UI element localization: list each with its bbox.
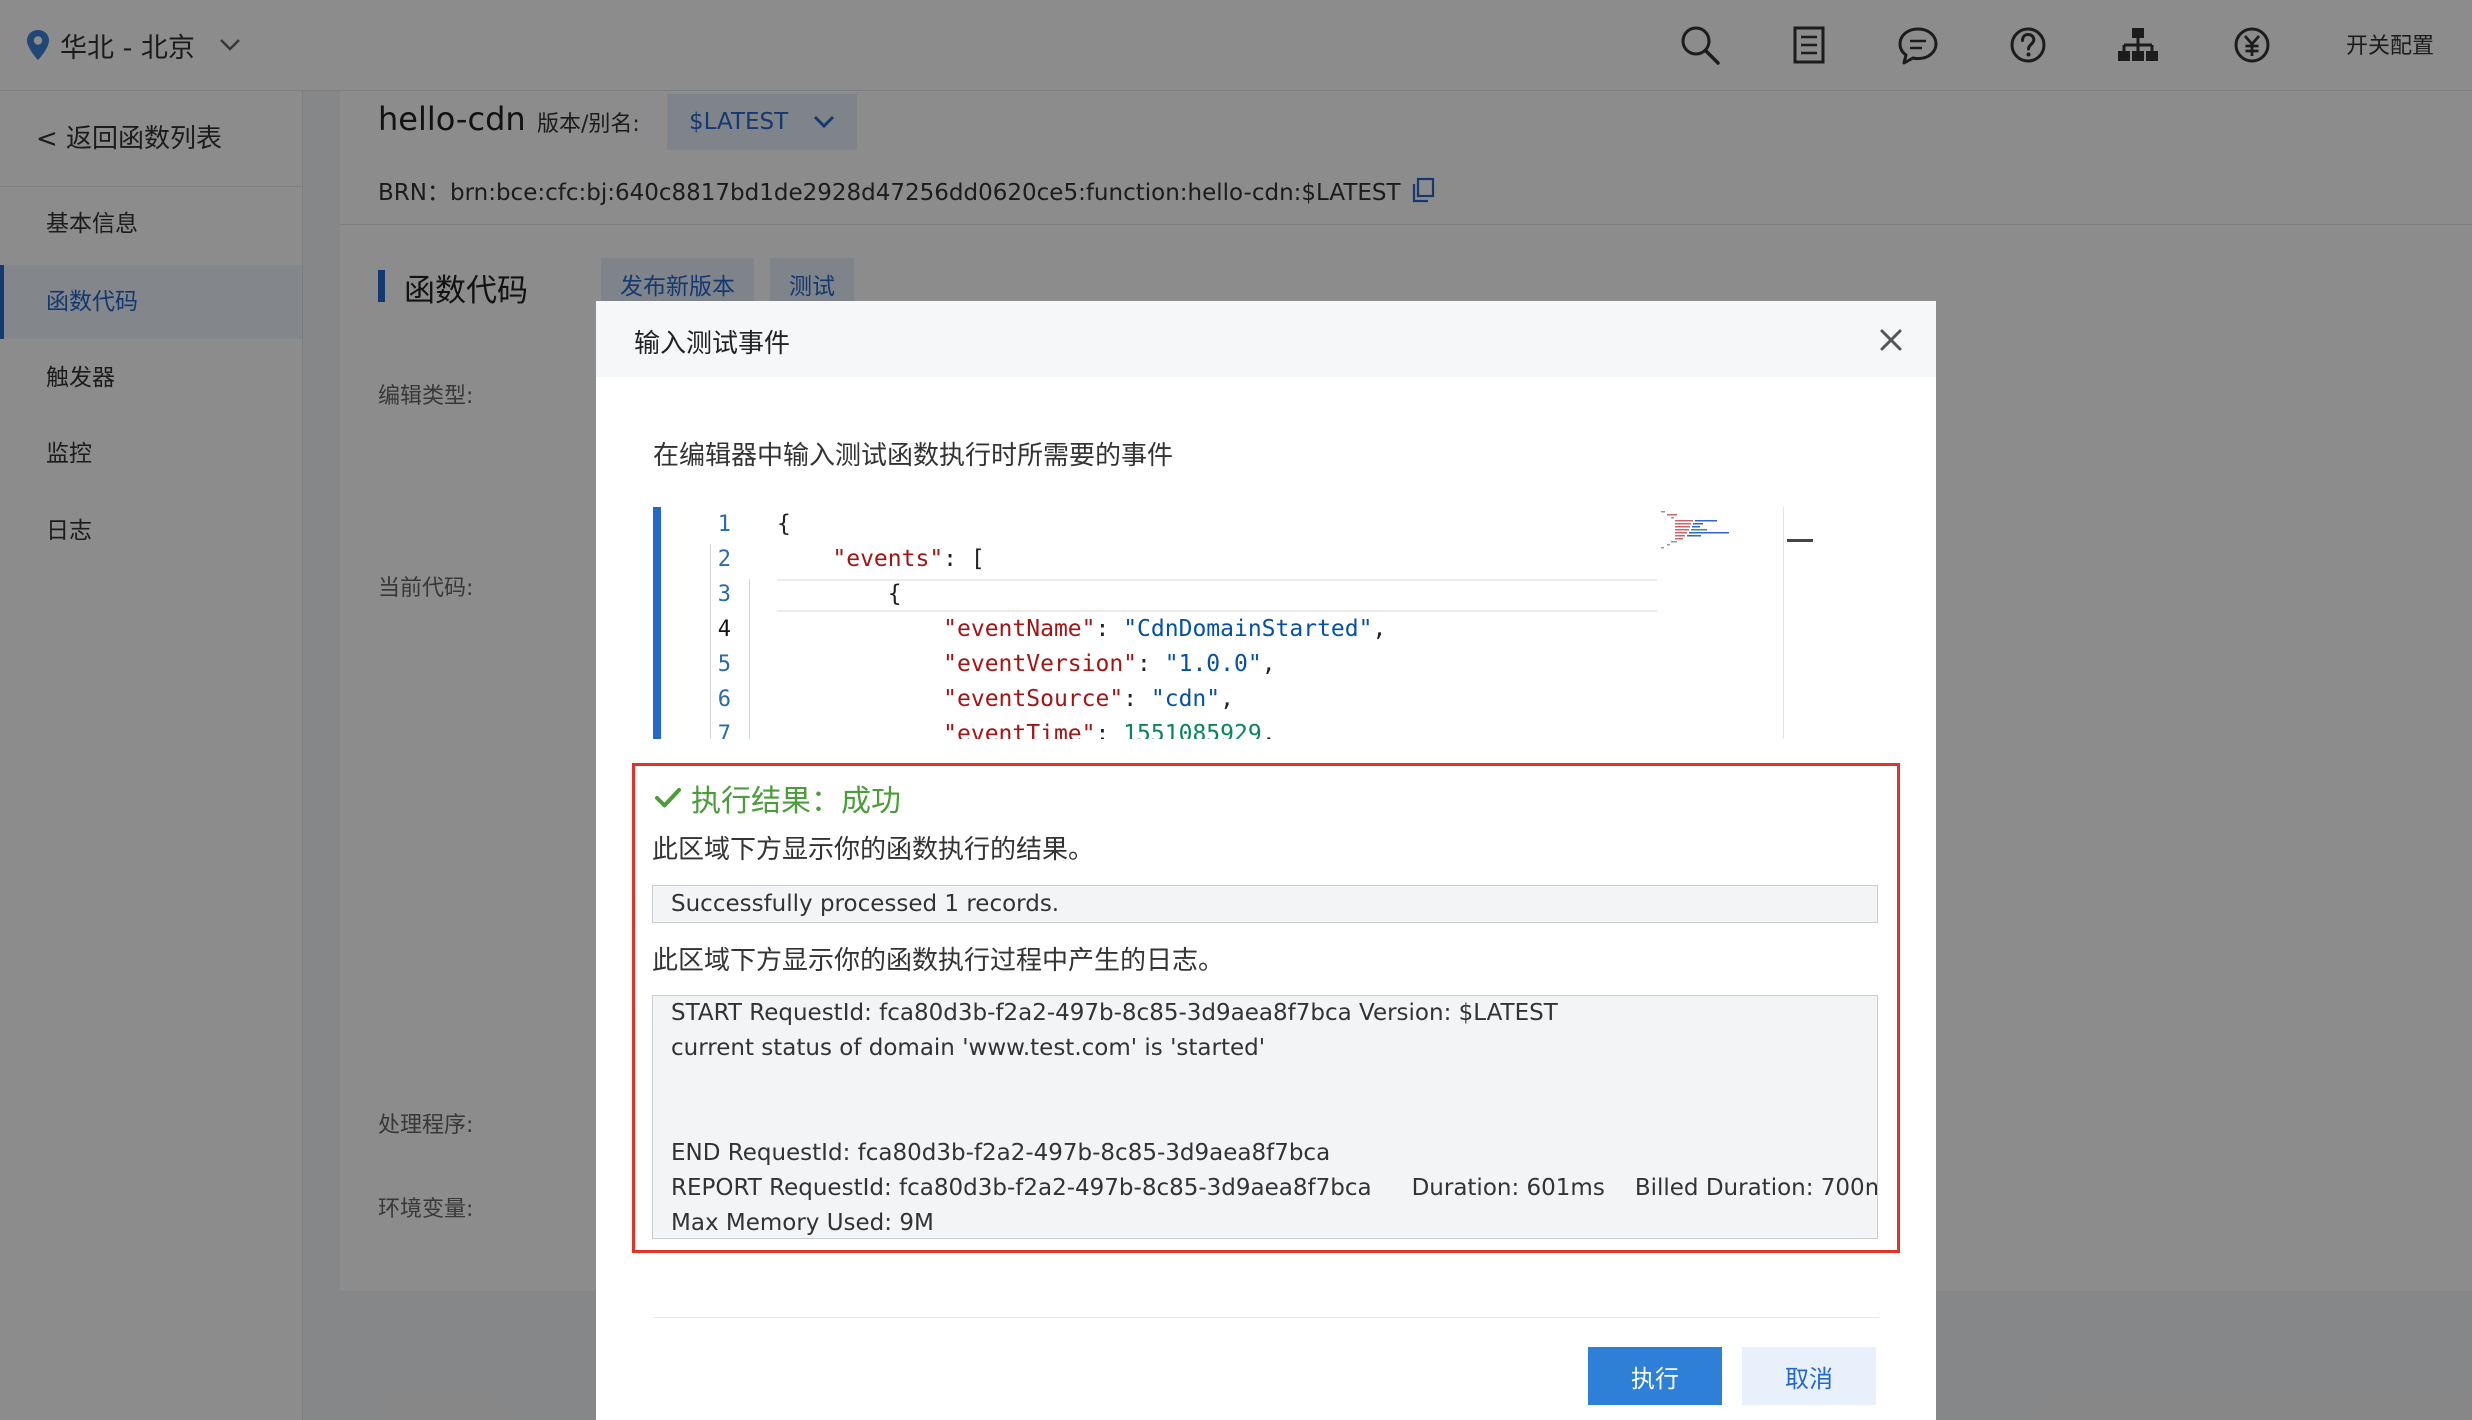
log-line-blank	[671, 1101, 1859, 1136]
report-request-id: REPORT RequestId: fca80d3b-f2a2-497b-8c8…	[671, 1175, 1372, 1201]
code-line: {	[777, 577, 1833, 612]
code-value: "cdn"	[1150, 686, 1221, 712]
code-punct: {	[777, 511, 791, 537]
result-output: Successfully processed 1 records.	[652, 885, 1878, 923]
test-event-dialog: 输入测试事件 在编辑器中输入测试函数执行时所需要的事件 1 2 3 4 5 6 …	[596, 301, 1936, 1420]
code-punct: :	[1095, 616, 1124, 642]
code-key: "eventSource"	[943, 686, 1124, 712]
code-line: "eventVersion": "1.0.0",	[777, 647, 1833, 682]
code-punct: {	[887, 581, 902, 607]
report-billed-duration: Billed Duration: 700ms	[1634, 1175, 1878, 1201]
result-status-text: 执行结果：成功	[691, 784, 901, 819]
log-line-memory: Max Memory Used: 9M	[671, 1210, 934, 1236]
code-key: "eventName"	[943, 616, 1096, 642]
code-punct: ,	[1261, 651, 1276, 677]
report-duration: Duration: 601ms	[1411, 1175, 1605, 1201]
line-number-gutter: 1 2 3 4 5 6 7	[671, 507, 743, 739]
editor-scroll-thumb[interactable]	[1787, 539, 1813, 542]
line-number-current: 4	[717, 617, 731, 642]
result-output-description: 此区域下方显示你的函数执行的结果。	[652, 835, 1095, 865]
code-line: "eventName": "CdnDomainStarted",	[777, 612, 1833, 647]
dialog-footer-divider	[653, 1317, 1879, 1318]
log-line-end: END RequestId: fca80d3b-f2a2-497b-8c85-3…	[671, 1140, 1331, 1166]
indent-guide	[710, 544, 711, 739]
cancel-button[interactable]: 取消	[1742, 1347, 1876, 1405]
code-value: "CdnDomainStarted"	[1123, 616, 1373, 642]
log-line-start: START RequestId: fca80d3b-f2a2-497b-8c85…	[671, 1000, 1558, 1026]
code-value: "1.0.0"	[1164, 651, 1262, 677]
log-line-blank	[671, 1066, 1859, 1101]
result-heading: 执行结果：成功	[655, 776, 901, 820]
line-number: 7	[717, 722, 731, 739]
code-key: "eventTime"	[943, 721, 1096, 739]
dialog-description: 在编辑器中输入测试函数执行时所需要的事件	[653, 441, 1174, 471]
dialog-header	[596, 301, 1936, 377]
editor-minimap[interactable]	[1659, 509, 1779, 569]
editor-scroll-track[interactable]	[1783, 507, 1784, 739]
line-number: 1	[717, 512, 731, 537]
code-value: 1551085929	[1123, 721, 1262, 739]
line-number: 3	[717, 582, 731, 607]
execution-result-panel: 执行结果：成功 此区域下方显示你的函数执行的结果。 Successfully p…	[632, 763, 1900, 1253]
editor-focus-bar	[653, 507, 661, 739]
code-line: "eventSource": "cdn",	[777, 682, 1833, 717]
log-line-status: current status of domain 'www.test.com' …	[671, 1035, 1266, 1061]
code-punct: ,	[1220, 686, 1234, 712]
code-line: "eventTime": 1551085929,	[777, 717, 1833, 739]
code-punct: :	[1123, 686, 1151, 712]
log-output[interactable]: START RequestId: fca80d3b-f2a2-497b-8c85…	[652, 995, 1878, 1239]
line-number: 2	[717, 547, 731, 572]
code-punct: ,	[1261, 721, 1276, 739]
log-description: 此区域下方显示你的函数执行过程中产生的日志。	[652, 946, 1225, 976]
dialog-title: 输入测试事件	[634, 329, 791, 359]
code-punct: :	[1137, 651, 1165, 677]
log-line-report: REPORT RequestId: fca80d3b-f2a2-497b-8c8…	[671, 1171, 1877, 1206]
code-editor[interactable]: 1 2 3 4 5 6 7 { "events": [ { "eventName…	[653, 507, 1833, 739]
line-number: 5	[717, 652, 731, 677]
execute-button[interactable]: 执行	[1588, 1347, 1722, 1405]
code-punct: : [	[943, 546, 985, 572]
indent-guide	[749, 579, 750, 739]
close-icon[interactable]	[1874, 323, 1908, 357]
code-punct: ,	[1372, 616, 1387, 642]
checkmark-icon	[655, 788, 681, 808]
code-key: "eventVersion"	[943, 651, 1138, 677]
code-key: "events"	[832, 546, 944, 572]
line-number: 6	[717, 687, 731, 712]
code-punct: :	[1095, 721, 1124, 739]
